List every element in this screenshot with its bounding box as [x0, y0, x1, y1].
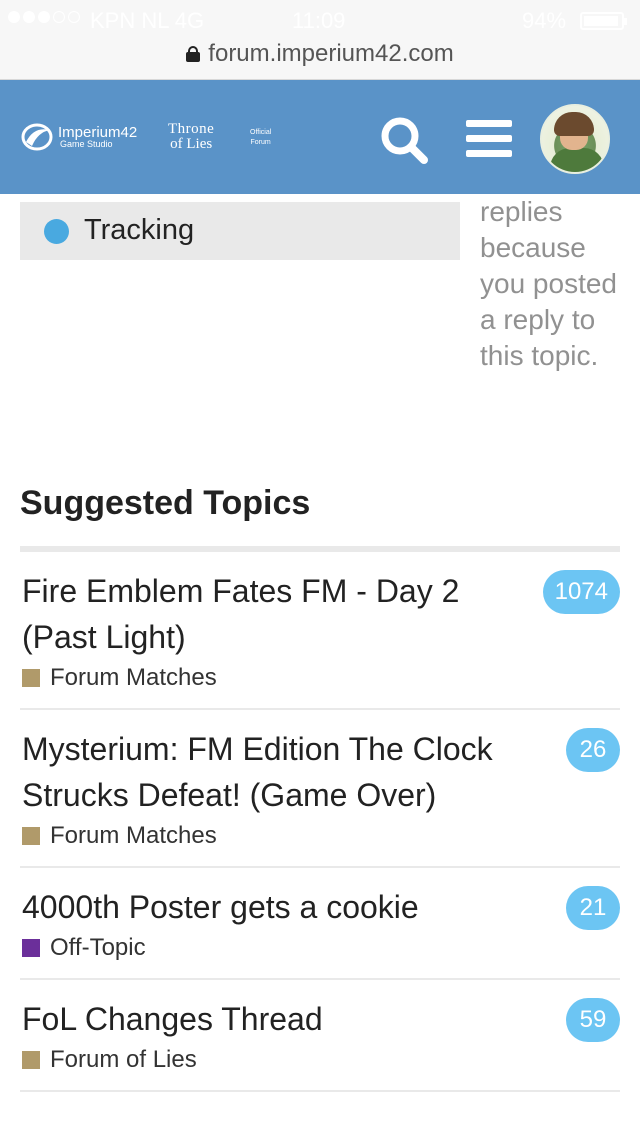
hamburger-menu-icon[interactable]	[466, 120, 512, 158]
address-bar[interactable]: forum.imperium42.com	[0, 40, 640, 68]
suggested-topic-list: Fire Emblem Fates FM - Day 2 (Past Light…	[20, 546, 620, 1092]
swirl-logo-icon	[21, 123, 53, 151]
suggested-topics-heading: Suggested Topics	[20, 484, 311, 522]
tracking-description: replies because you posted a reply to th…	[480, 196, 617, 371]
clock: 11:09	[292, 8, 346, 33]
site-header: Imperium42 Game Studio Throne of Lies Of…	[0, 80, 640, 194]
topic-title[interactable]: FoL Changes Thread	[22, 996, 520, 1042]
signal-dot	[38, 11, 50, 23]
battery-icon	[580, 12, 627, 30]
battery-percent: 94%	[522, 8, 567, 33]
status-bar: KPN NL 4G 11:09 94% forum.imperium42.com	[0, 0, 640, 80]
category-label: Off-Topic	[50, 934, 146, 961]
notification-level-button[interactable]: Tracking	[20, 202, 460, 260]
signal-dot	[8, 11, 20, 23]
category-label: Forum Matches	[50, 664, 217, 691]
url-text: forum.imperium42.com	[208, 40, 454, 67]
logo-subtitle: Game Studio	[60, 139, 113, 149]
category-label: Forum Matches	[50, 822, 217, 849]
game-title-line2: of Lies	[170, 136, 213, 152]
topic-category[interactable]: Forum of Lies	[22, 1046, 520, 1074]
throne-of-lies-logo[interactable]: Throne of Lies	[168, 122, 214, 152]
category-swatch	[22, 939, 40, 957]
category-swatch	[22, 669, 40, 687]
category-swatch	[22, 1051, 40, 1069]
topic-row[interactable]: Mysterium: FM Edition The Clock Strucks …	[20, 710, 620, 868]
lock-icon	[186, 46, 201, 62]
search-icon[interactable]	[378, 114, 430, 166]
signal-dot	[68, 11, 80, 23]
topic-title[interactable]: Fire Emblem Fates FM - Day 2 (Past Light…	[22, 568, 520, 660]
category-label: Forum of Lies	[50, 1046, 197, 1073]
topic-row[interactable]: Fire Emblem Fates FM - Day 2 (Past Light…	[20, 552, 620, 710]
battery-fill	[584, 16, 618, 26]
reply-count-badge[interactable]: 59	[566, 998, 620, 1042]
user-avatar[interactable]	[540, 104, 610, 174]
official-forum-label: Official Forum	[250, 128, 271, 148]
signal-icon	[8, 11, 80, 23]
reply-count-badge[interactable]: 26	[566, 728, 620, 772]
official-line1: Official	[250, 129, 272, 136]
game-title-line1: Throne	[168, 121, 215, 137]
official-line2: Forum	[250, 138, 271, 146]
carrier-label: KPN NL 4G	[90, 8, 205, 33]
topic-title[interactable]: Mysterium: FM Edition The Clock Strucks …	[22, 726, 520, 818]
tracking-label: Tracking	[84, 214, 195, 246]
tracking-dot-icon	[44, 219, 69, 244]
topic-category[interactable]: Forum Matches	[22, 664, 520, 692]
topic-row[interactable]: FoL Changes Thread Forum of Lies 59	[20, 980, 620, 1092]
topic-category[interactable]: Off-Topic	[22, 934, 520, 962]
logo-name: Imperium42	[58, 124, 138, 141]
topic-category[interactable]: Forum Matches	[22, 822, 520, 850]
reply-count-badge[interactable]: 21	[566, 886, 620, 930]
topic-title[interactable]: 4000th Poster gets a cookie	[22, 884, 520, 930]
signal-dot	[23, 11, 35, 23]
imperium42-logo[interactable]: Imperium42 Game Studio	[20, 122, 137, 152]
topic-row[interactable]: 4000th Poster gets a cookie Off-Topic 21	[20, 868, 620, 980]
status-row: KPN NL 4G 11:09 94%	[0, 8, 640, 34]
signal-dot	[53, 11, 65, 23]
category-swatch	[22, 827, 40, 845]
logo-text: Imperium42 Game Studio	[58, 125, 137, 149]
reply-count-badge[interactable]: 1074	[542, 570, 620, 614]
